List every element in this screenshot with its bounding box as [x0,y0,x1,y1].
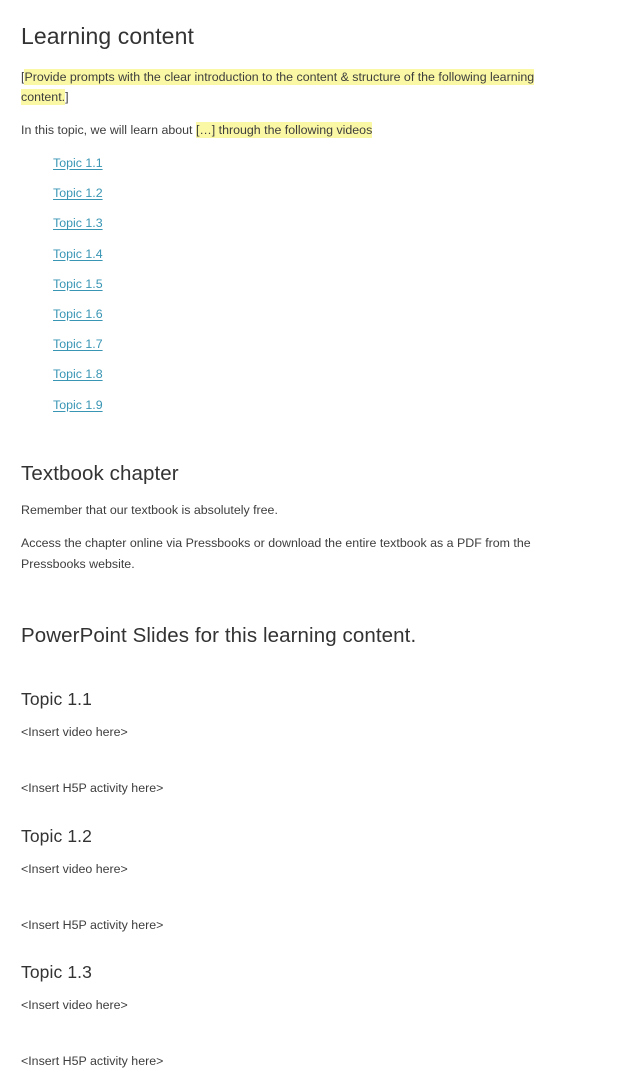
topic-link-1-4[interactable]: Topic 1.4 [53,247,103,261]
list-item: Topic 1.3 [53,213,595,232]
topic-section-1-2: Topic 1.2 <Insert video here> <Insert H5… [21,826,595,936]
topic-heading-1-1: Topic 1.1 [21,689,92,710]
list-item: Topic 1.6 [53,304,595,323]
h5p-placeholder-1-3: <Insert H5P activity here> [21,1054,164,1069]
textbook-access-paragraph: Access the chapter online via Pressbooks… [21,536,531,571]
video-placeholder-1-1: <Insert video here> [21,725,128,740]
topic-link-1-8[interactable]: Topic 1.8 [53,367,103,381]
h5p-placeholder-1-2: <Insert H5P activity here> [21,917,164,932]
prompt-instruction-paragraph: [Provide prompts with the clear introduc… [21,67,581,107]
topic-link-1-2[interactable]: Topic 1.2 [53,186,103,200]
topic-link-1-5[interactable]: Topic 1.5 [53,277,103,291]
h5p-placeholder-1-1: <Insert H5P activity here> [21,780,164,795]
textbook-free-paragraph: Remember that our textbook is absolutely… [21,503,278,518]
section-heading-textbook-chapter: Textbook chapter [21,461,179,485]
topic-section-1-3: Topic 1.3 <Insert video here> <Insert H5… [21,962,595,1072]
topic-link-1-3[interactable]: Topic 1.3 [53,216,103,230]
prompt-close-bracket: ] [65,89,69,104]
topic-link-1-6[interactable]: Topic 1.6 [53,307,103,321]
list-item: Topic 1.1 [53,153,595,172]
video-placeholder-1-3: <Insert video here> [21,998,128,1013]
prompt-highlighted-text: Provide prompts with the clear introduct… [21,68,535,105]
topic-heading-1-3: Topic 1.3 [21,962,92,983]
placeholder-spacer [21,743,595,779]
topic-intro-highlighted-text: […] through the following videos [195,121,373,138]
topic-link-1-9[interactable]: Topic 1.9 [53,398,103,412]
topic-link-1-1[interactable]: Topic 1.1 [53,156,103,170]
topic-intro-prefix: In this topic, we will learn about [21,122,196,137]
section-heading-powerpoint-slides: PowerPoint Slides for this learning cont… [21,623,417,647]
list-item: Topic 1.2 [53,183,595,202]
list-item: Topic 1.4 [53,244,595,263]
list-item: Topic 1.5 [53,274,595,293]
document-page: Learning content [Provide prompts with t… [0,0,619,1082]
page-title: Learning content [21,23,194,49]
topic-link-list: Topic 1.1 Topic 1.2 Topic 1.3 Topic 1.4 … [21,153,595,414]
list-item: Topic 1.8 [53,364,595,383]
list-item: Topic 1.9 [53,395,595,414]
placeholder-spacer [21,1016,595,1052]
topic-intro-paragraph: In this topic, we will learn about […] t… [21,120,581,140]
topic-heading-1-2: Topic 1.2 [21,825,92,846]
placeholder-spacer [21,880,595,916]
topic-link-1-7[interactable]: Topic 1.7 [53,337,103,351]
list-item: Topic 1.7 [53,334,595,353]
topic-section-1-1: Topic 1.1 <Insert video here> <Insert H5… [21,689,595,799]
video-placeholder-1-2: <Insert video here> [21,861,128,876]
